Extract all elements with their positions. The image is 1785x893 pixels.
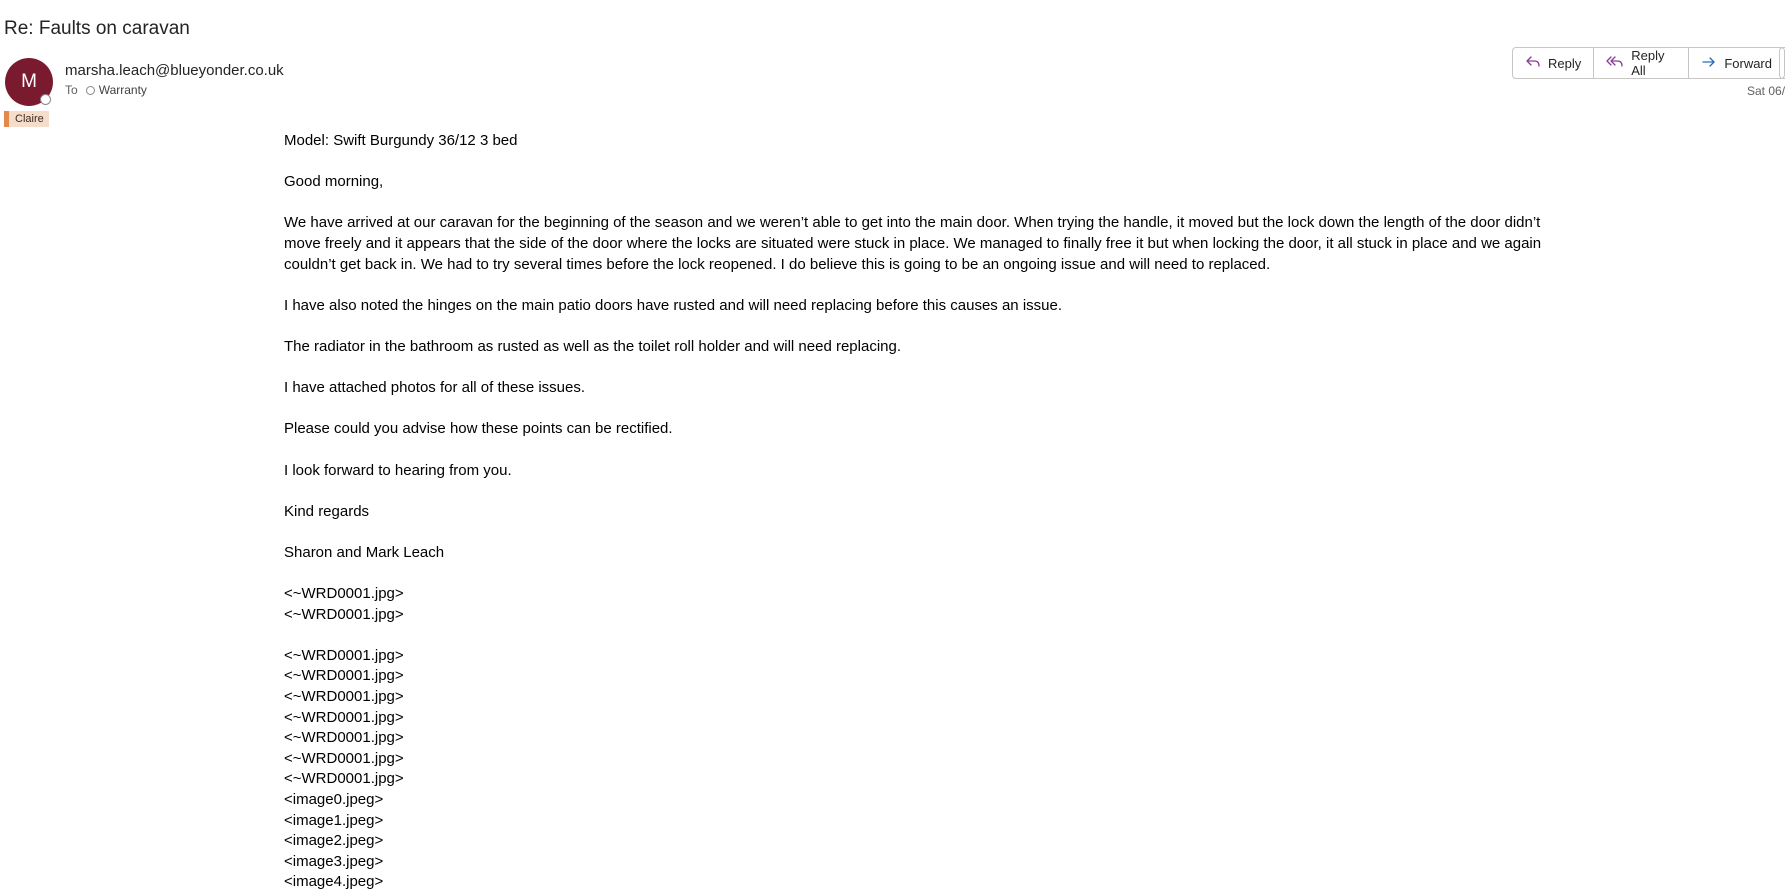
attachment-list-2: <~WRD0001.jpg> <~WRD0001.jpg> <~WRD0001.… — [284, 646, 1574, 893]
attachment-placeholder: <image4.jpeg> — [284, 873, 384, 891]
greeting: Good morning, — [284, 173, 384, 191]
recipient-presence-icon — [85, 85, 95, 95]
forward-button[interactable]: Forward — [1689, 48, 1784, 78]
forward-label: Forward — [1724, 55, 1772, 71]
closing: Kind regards — [284, 502, 370, 520]
received-date: Sat 06/ — [1747, 84, 1785, 98]
attachment-placeholder: <image1.jpeg> — [284, 811, 384, 829]
attachment-placeholder: <image3.jpeg> — [284, 852, 384, 870]
category-tag[interactable]: Claire — [4, 111, 49, 127]
email-subject: Re: Faults on caravan — [4, 18, 190, 39]
attachment-placeholder: <~WRD0001.jpg> — [284, 605, 404, 623]
attachment-placeholder: <~WRD0001.jpg> — [284, 708, 404, 726]
to-label: To — [65, 83, 78, 97]
attachment-placeholder: <image0.jpeg> — [284, 791, 384, 808]
presence-icon — [40, 94, 51, 105]
reply-all-label: Reply All — [1631, 48, 1665, 78]
attachment-placeholder: <~WRD0001.jpg> — [284, 667, 404, 685]
body-paragraph: The radiator in the bathroom as rusted a… — [284, 337, 902, 355]
signature: Sharon and Mark Leach — [284, 543, 445, 561]
forward-icon — [1701, 54, 1724, 73]
reply-all-button[interactable]: Reply All — [1594, 48, 1690, 78]
message-actions: Reply Reply All Forward — [1512, 47, 1785, 79]
body-paragraph: I look forward to hearing from you. — [284, 461, 512, 479]
reply-all-icon — [1606, 54, 1631, 73]
reply-button[interactable]: Reply — [1513, 48, 1595, 78]
recipient-line: To Warranty — [65, 83, 147, 97]
attachment-placeholder: <~WRD0001.jpg> — [284, 688, 404, 706]
body-paragraph: We have arrived at our caravan for the b… — [284, 214, 1542, 273]
body-paragraph: Please could you advise how these points… — [284, 420, 673, 438]
attachment-placeholder: <~WRD0001.jpg> — [284, 585, 404, 603]
body-paragraph: I have attached photos for all of these … — [284, 379, 586, 397]
attachment-placeholder: <~WRD0001.jpg> — [284, 646, 404, 664]
attachment-placeholder: <~WRD0001.jpg> — [284, 749, 404, 767]
message-body: Model: Swift Burgundy 36/12 3 bed Good m… — [284, 131, 1574, 893]
recipient-name[interactable]: Warranty — [99, 83, 147, 97]
attachment-placeholder: <~WRD0001.jpg> — [284, 770, 404, 788]
attachment-placeholder: <image2.jpeg> — [284, 832, 384, 850]
more-actions-button[interactable] — [1779, 47, 1785, 79]
body-paragraph: I have also noted the hinges on the main… — [284, 296, 1063, 314]
reply-icon — [1525, 54, 1548, 73]
reply-label: Reply — [1548, 55, 1582, 71]
attachment-placeholder: <~WRD0001.jpg> — [284, 729, 404, 747]
attachment-list-1: <~WRD0001.jpg> <~WRD0001.jpg> — [284, 584, 1574, 625]
sender-address[interactable]: marsha.leach@blueyonder.co.uk — [65, 62, 284, 79]
model-line: Model: Swift Burgundy 36/12 3 bed — [284, 132, 518, 149]
